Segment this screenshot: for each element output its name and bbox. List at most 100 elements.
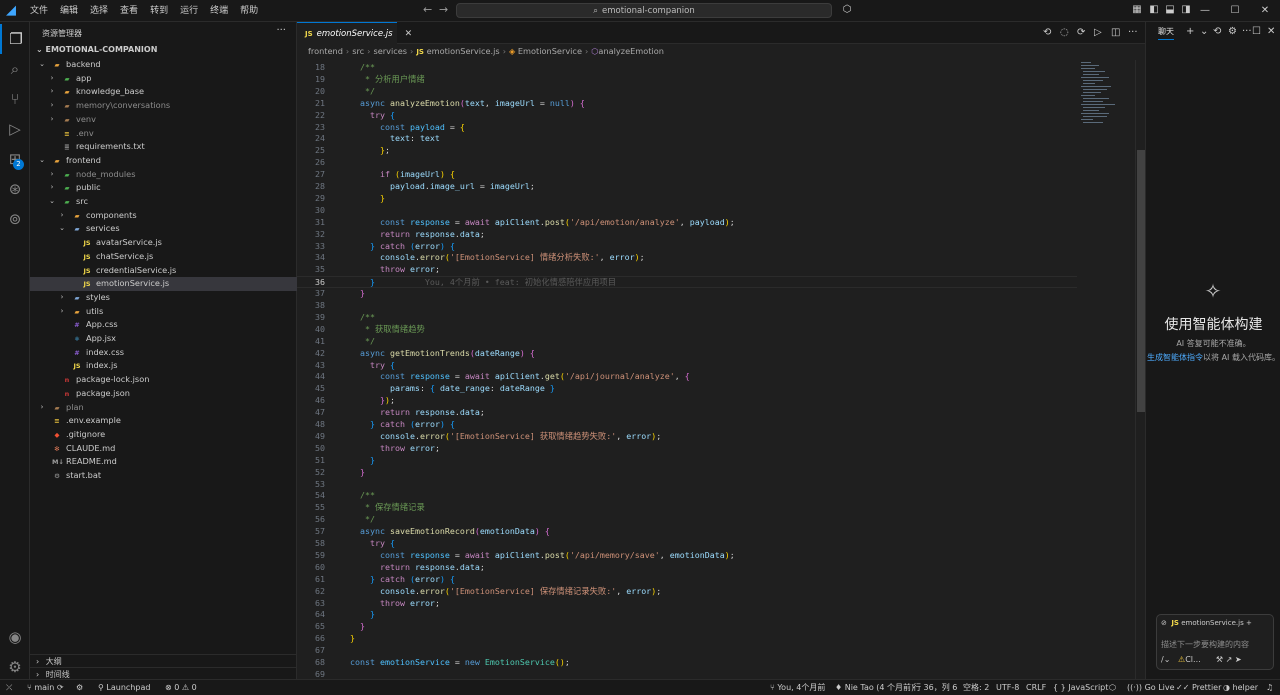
indentation[interactable]: 空格: 2 xyxy=(963,680,989,695)
code-line[interactable]: 29 } xyxy=(297,193,1077,205)
gitlens-icon[interactable]: ⊛ xyxy=(0,174,30,204)
tree-item[interactable]: › ▰ memory\conversations xyxy=(30,99,297,113)
code-line[interactable]: 35 throw error; xyxy=(297,264,1077,276)
back-arrow-icon[interactable]: ← xyxy=(423,3,432,16)
code-editor[interactable]: 18 /** 19 * 分析用户情绪 20 */21 async analyzeEm… xyxy=(297,60,1077,679)
tree-item[interactable]: ✻ CLAUDE.md xyxy=(30,442,297,456)
remote-explorer-icon[interactable]: ⊚ xyxy=(0,204,30,234)
breadcrumb-item[interactable]: EmotionService xyxy=(518,46,582,56)
code-line[interactable]: 57 async saveEmotionRecord(emotionData) … xyxy=(297,526,1077,538)
encoding[interactable]: UTF-8 xyxy=(996,680,1019,695)
code-line[interactable]: 47 return response.data; xyxy=(297,407,1077,419)
code-line[interactable]: 55 * 保存情绪记录 xyxy=(297,502,1077,514)
copilot-status-icon[interactable]: ⬡ xyxy=(1109,680,1116,695)
tree-item[interactable]: ⌄ ▰ services xyxy=(30,222,297,236)
search-icon[interactable]: ⌕ xyxy=(0,54,30,84)
maximize-icon[interactable]: ☐ xyxy=(1252,26,1261,37)
breadcrumb-item[interactable]: frontend xyxy=(308,46,343,56)
minimize-icon[interactable]: — xyxy=(1190,0,1220,22)
model-picker[interactable]: Cl... xyxy=(1185,655,1200,664)
code-line[interactable]: 48 } catch (error) { xyxy=(297,419,1077,431)
tree-item[interactable]: n package-lock.json xyxy=(30,373,297,387)
attached-file-chip[interactable]: ⊘ JS emotionService.js + xyxy=(1161,619,1252,627)
language-mode[interactable]: { } JavaScript xyxy=(1053,680,1108,695)
code-line[interactable]: 23 const payload = { xyxy=(297,122,1077,134)
close-tab-icon[interactable]: ✕ xyxy=(405,29,413,39)
tree-item[interactable]: M↓ README.md xyxy=(30,455,297,469)
tree-item[interactable]: › ▰ public xyxy=(30,181,297,195)
code-line[interactable]: 22 try { xyxy=(297,110,1077,122)
code-line[interactable]: 18 /** xyxy=(297,62,1077,74)
code-line[interactable]: 26 xyxy=(297,157,1077,169)
code-line[interactable]: 41 */ xyxy=(297,336,1077,348)
code-line[interactable]: 31 const response = await apiClient.post… xyxy=(297,217,1077,229)
code-line[interactable]: 56 */ xyxy=(297,514,1077,526)
code-line[interactable]: 45 params: { date_range: dateRange } xyxy=(297,383,1077,395)
chevron-right-icon[interactable]: › xyxy=(48,99,56,113)
close-icon[interactable]: ✕ xyxy=(1267,26,1275,37)
launchpad[interactable]: ⚲ Launchpad xyxy=(98,680,150,695)
chat-tab[interactable]: 聊天 xyxy=(1158,26,1174,40)
maximize-icon[interactable]: ☐ xyxy=(1220,0,1250,22)
tree-item[interactable]: › ▰ utils xyxy=(30,305,297,319)
split-editor-icon[interactable]: ◫ xyxy=(1111,27,1120,38)
code-line[interactable]: 60 return response.data; xyxy=(297,562,1077,574)
helper[interactable]: ◑ helper xyxy=(1223,680,1258,695)
code-line[interactable]: 59 const response = await apiClient.post… xyxy=(297,550,1077,562)
attach-icon[interactable]: ⊘ xyxy=(1161,619,1167,627)
chevron-right-icon[interactable]: › xyxy=(48,85,56,99)
settings-gear-icon[interactable]: ⚙ xyxy=(1228,26,1237,37)
code-line[interactable]: 67 xyxy=(297,645,1077,657)
tab-emotion-service[interactable]: JS emotionService.js ✕ xyxy=(297,22,412,44)
code-line[interactable]: 25 }; xyxy=(297,145,1077,157)
gitlens-previous-icon[interactable]: ⟲ xyxy=(1043,27,1051,38)
branch-indicator[interactable]: ⑂ main ⟳ xyxy=(27,680,64,695)
breadcrumb-item[interactable]: src xyxy=(352,46,364,56)
menu-item[interactable]: 终端 xyxy=(204,0,234,22)
code-line[interactable]: 19 * 分析用户情绪 xyxy=(297,74,1077,86)
code-line[interactable]: 46 }); xyxy=(297,395,1077,407)
run-debug-icon[interactable]: ▷ xyxy=(0,114,30,144)
menu-item[interactable]: 查看 xyxy=(114,0,144,22)
menu-item[interactable]: 编辑 xyxy=(54,0,84,22)
chat-input-box[interactable]: ⊘ JS emotionService.js + 描述下一步要构建的内容 /⌄ … xyxy=(1156,614,1274,670)
menu-item[interactable]: 运行 xyxy=(174,0,204,22)
code-line[interactable]: 53 xyxy=(297,479,1077,491)
code-line[interactable]: 64 } xyxy=(297,609,1077,621)
tree-item[interactable]: ⌄ ▰ frontend xyxy=(30,154,297,168)
code-line[interactable]: 58 try { xyxy=(297,538,1077,550)
code-line[interactable]: 43 try { xyxy=(297,360,1077,372)
chevron-right-icon[interactable]: › xyxy=(48,168,56,182)
tree-item[interactable]: › ▰ knowledge_base xyxy=(30,85,297,99)
chevron-down-icon[interactable]: ⌄ xyxy=(58,222,66,236)
remote-icon[interactable]: ⤫ xyxy=(6,680,12,695)
tree-item[interactable]: ⌄ ▰ backend xyxy=(30,58,297,72)
tree-item[interactable]: ≡ .env xyxy=(30,127,297,141)
line-ending[interactable]: CRLF xyxy=(1026,680,1046,695)
tree-item[interactable]: # index.css xyxy=(30,346,297,360)
run-code-icon[interactable]: ▷ xyxy=(1094,27,1102,38)
forward-arrow-icon[interactable]: → xyxy=(439,3,448,16)
code-line[interactable]: 69 xyxy=(297,669,1077,679)
explorer-icon[interactable]: ❐ xyxy=(0,24,30,54)
copilot-icon[interactable]: ⬡ xyxy=(840,3,854,17)
open-changes-icon[interactable]: ⟳ xyxy=(1077,27,1085,38)
more-actions-icon[interactable]: ··· xyxy=(1242,26,1252,37)
add-context-icon[interactable]: + xyxy=(1246,619,1252,627)
code-line[interactable]: 39 /** xyxy=(297,312,1077,324)
tree-item[interactable]: JS emotionService.js xyxy=(30,277,297,291)
tree-item[interactable]: n package.json xyxy=(30,387,297,401)
code-line[interactable]: 24 text: text xyxy=(297,133,1077,145)
tree-item[interactable]: JS chatService.js xyxy=(30,250,297,264)
new-chat-icon[interactable]: + xyxy=(1186,26,1194,37)
editor-scrollbar[interactable] xyxy=(1135,60,1145,679)
chevron-down-icon[interactable]: ⌄ xyxy=(38,58,46,72)
code-line[interactable]: 33 } catch (error) { xyxy=(297,241,1077,253)
chevron-right-icon[interactable]: › xyxy=(58,209,66,223)
code-line[interactable]: 30 xyxy=(297,205,1077,217)
breadcrumb-item[interactable]: analyzeEmotion xyxy=(598,46,664,56)
code-line[interactable]: 27 if (imageUrl) { xyxy=(297,169,1077,181)
code-line[interactable]: 42 async getEmotionTrends(dateRange) { xyxy=(297,348,1077,360)
code-line[interactable]: 63 throw error; xyxy=(297,598,1077,610)
more-actions-icon[interactable]: ··· xyxy=(276,25,286,36)
